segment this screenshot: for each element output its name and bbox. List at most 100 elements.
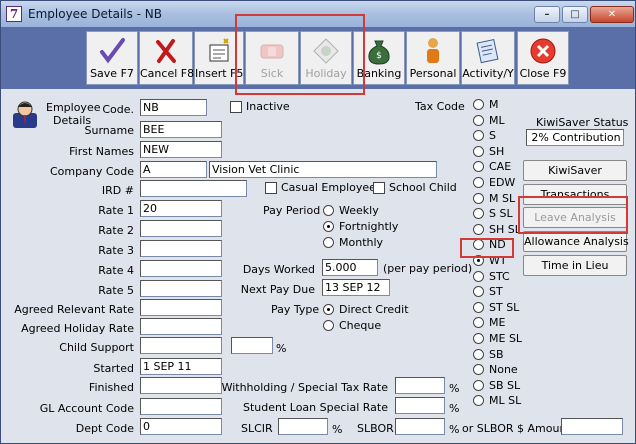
close-button[interactable]: Close F9 <box>517 31 569 85</box>
ird-field[interactable] <box>140 180 247 197</box>
slcir-field[interactable] <box>278 418 328 435</box>
slbor-label: SLBOR <box>357 422 394 435</box>
employee-avatar-icon <box>13 101 37 128</box>
tax-code-radio-sb-sl[interactable] <box>473 379 484 391</box>
started-field[interactable]: 1 SEP 11 <box>140 358 222 375</box>
tax-code-label-sh-sl: SH SL <box>489 222 521 236</box>
tax-code-label-ml: ML <box>489 113 505 127</box>
insert-document-icon <box>209 38 229 62</box>
personal-button[interactable]: Personal <box>406 31 460 85</box>
weekly-radio[interactable] <box>323 205 334 216</box>
casual-employee-label: Casual Employee <box>281 181 376 194</box>
person-icon <box>427 38 439 63</box>
direct-credit-radio[interactable] <box>323 304 334 315</box>
agreed-relevant-rate-label: Agreed Relevant Rate <box>14 303 134 316</box>
ird-label: IRD # <box>101 184 134 197</box>
tax-code-radio-stc[interactable] <box>473 270 484 282</box>
rate1-field[interactable]: 20 <box>140 200 222 217</box>
school-child-checkbox[interactable] <box>373 182 385 194</box>
cancel-button[interactable]: Cancel F8 <box>139 31 194 85</box>
casual-employee-checkbox[interactable] <box>265 182 277 194</box>
gl-account-code-field[interactable] <box>140 398 222 415</box>
rate4-field[interactable] <box>140 260 222 277</box>
code-field[interactable]: NB <box>140 99 207 116</box>
surname-field[interactable]: BEE <box>140 121 222 138</box>
tax-code-radio-s-sl[interactable] <box>473 208 484 220</box>
tax-code-radio-s[interactable] <box>473 130 484 142</box>
allowance-analysis-button[interactable]: Allowance Analysis <box>523 231 629 252</box>
monthly-radio[interactable] <box>323 237 334 248</box>
tax-code-radio-sh[interactable] <box>473 145 484 157</box>
tax-code-radio-edw[interactable] <box>473 177 484 188</box>
kiwisaver-button[interactable]: KiwiSaver <box>523 160 627 181</box>
next-pay-due-field[interactable]: 13 SEP 12 <box>322 279 390 296</box>
tax-code-radio-m-sl[interactable] <box>473 192 484 204</box>
minimize-button[interactable]: – <box>534 6 560 23</box>
first-names-field[interactable]: NEW <box>140 141 222 158</box>
close-window-button[interactable]: ✕ <box>590 6 634 23</box>
tax-code-radio-me-sl[interactable] <box>473 333 484 344</box>
school-child-label: School Child <box>389 181 457 194</box>
withholding-tax-rate-label: Withholding / Special Tax Rate <box>221 381 388 394</box>
withholding-tax-rate-field[interactable] <box>395 377 445 394</box>
tax-code-radio-ml[interactable] <box>473 114 484 126</box>
activity-button[interactable]: Activity/Y <box>461 31 515 85</box>
rate2-field[interactable] <box>140 220 222 237</box>
slbor-percent-sign: % <box>449 423 460 436</box>
direct-credit-label: Direct Credit <box>339 303 409 316</box>
slbor-amount-label: or SLBOR $ Amount <box>462 422 571 435</box>
student-loan-percent-sign: % <box>449 402 460 415</box>
tax-code-radio-st-sl[interactable] <box>473 301 484 313</box>
tax-code-label-s: S <box>489 129 496 143</box>
agreed-holiday-rate-field[interactable] <box>140 318 222 335</box>
agreed-holiday-rate-label: Agreed Holiday Rate <box>21 322 134 335</box>
tax-code-radio-cae[interactable] <box>473 161 484 173</box>
child-support-field[interactable] <box>140 337 222 354</box>
slbor-amount-field[interactable] <box>561 418 623 435</box>
fortnightly-radio[interactable] <box>323 221 334 232</box>
rate3-field[interactable] <box>140 240 222 257</box>
tax-code-radio-me[interactable] <box>473 317 484 329</box>
company-code-label: Company Code <box>50 165 134 178</box>
tax-code-label-edw: EDW <box>489 176 516 189</box>
kiwisaver-status-label: KiwiSaver Status <box>536 116 629 129</box>
fortnightly-label: Fortnightly <box>339 220 399 233</box>
child-support-percent-sign: % <box>276 342 287 355</box>
agreed-relevant-rate-field[interactable] <box>140 299 222 316</box>
cheque-radio[interactable] <box>323 320 334 331</box>
withholding-percent-sign: % <box>449 382 460 395</box>
rate5-field[interactable] <box>140 280 222 297</box>
days-worked-field[interactable]: 5.000 <box>322 259 378 276</box>
scroll-icon <box>476 38 499 64</box>
time-in-lieu-button[interactable]: Time in Lieu <box>523 255 627 276</box>
child-support-percent-field[interactable] <box>231 337 273 354</box>
tax-code-radio-none[interactable] <box>473 364 484 376</box>
tax-code-radio-m[interactable] <box>473 99 484 110</box>
monthly-label: Monthly <box>339 236 384 249</box>
save-button[interactable]: Save F7 <box>86 31 138 85</box>
tax-code-radio-sh-sl[interactable] <box>473 223 484 235</box>
slbor-field[interactable] <box>395 418 445 435</box>
highlight-sick-holiday <box>235 14 365 95</box>
company-code-field[interactable]: A <box>140 161 207 178</box>
pay-period-label: Pay Period <box>263 204 321 217</box>
tax-code-radio-st[interactable] <box>473 286 484 298</box>
company-name-field[interactable]: Vision Vet Clinic <box>209 161 437 178</box>
tax-code-radio-ml-sl[interactable] <box>473 395 484 407</box>
tax-code-label-m: M <box>489 98 499 111</box>
weekly-label: Weekly <box>339 204 379 217</box>
tax-code-label-sb-sl: SB SL <box>489 378 521 392</box>
employee-form: Employee Details Code. NB Inactive Surna… <box>1 89 635 443</box>
code-label: Code. <box>102 103 134 116</box>
slcir-label: SLCIR <box>241 422 273 435</box>
finished-field[interactable] <box>140 377 222 394</box>
maximize-button[interactable]: □ <box>562 6 588 23</box>
inactive-checkbox[interactable] <box>230 101 242 113</box>
student-loan-rate-field[interactable] <box>395 397 445 414</box>
surname-label: Surname <box>84 124 134 137</box>
checkmark-icon <box>100 38 125 64</box>
dept-code-field[interactable]: 0 <box>140 418 222 435</box>
tax-code-radio-sb[interactable] <box>473 348 484 360</box>
inactive-label: Inactive <box>246 100 290 113</box>
rate4-label: Rate 4 <box>98 264 134 277</box>
